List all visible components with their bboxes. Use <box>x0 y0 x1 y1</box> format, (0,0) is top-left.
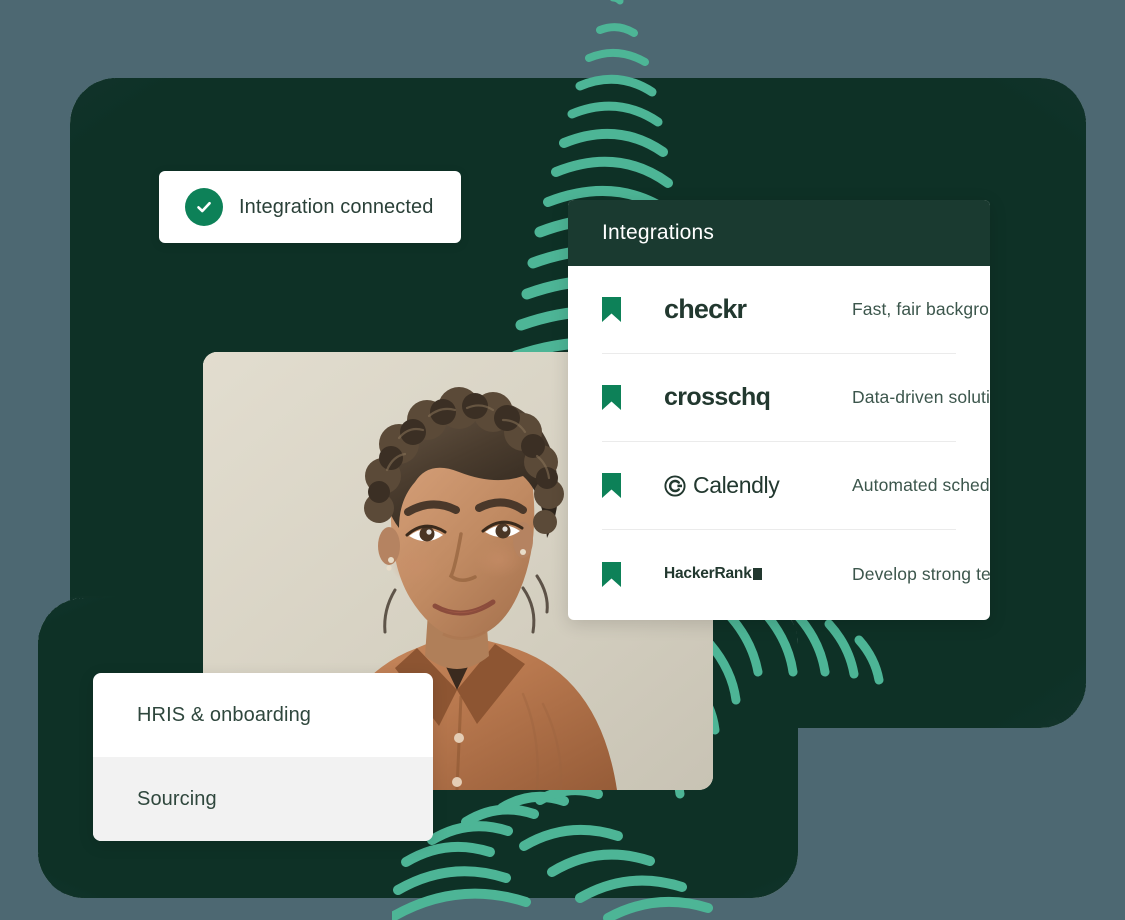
integration-connected-toast: Integration connected <box>159 171 461 243</box>
calendly-wordmark: Calendly <box>693 472 780 498</box>
menu-item-label: HRIS & onboarding <box>137 703 312 726</box>
category-menu-card: HRIS & onboarding Sourcing <box>93 673 433 841</box>
integration-description: Fast, fair backgroun… <box>852 299 990 319</box>
toast-message: Integration connected <box>239 195 434 218</box>
integration-description: Develop strong tech.. <box>852 563 990 584</box>
bookmark-icon[interactable] <box>602 561 664 587</box>
checkr-wordmark: checkr <box>664 294 747 324</box>
integrations-card-header: Integrations <box>568 200 990 266</box>
integrations-list: checkr Fast, fair backgroun… crosschq Da… <box>568 266 990 618</box>
check-circle-icon <box>185 188 223 226</box>
integration-row-checkr[interactable]: checkr Fast, fair backgroun… <box>602 266 990 354</box>
calendly-mark-icon <box>664 474 686 497</box>
integration-row-crosschq[interactable]: crosschq Data-driven solutio… <box>602 354 990 442</box>
logo-crosschq: crosschq <box>664 383 852 412</box>
menu-item-sourcing[interactable]: Sourcing <box>93 757 433 841</box>
composition-stage: Integration connected Integrations check… <box>0 0 1125 920</box>
integration-description: Automated scheduli… <box>852 475 990 495</box>
hackerrank-mark-icon <box>752 568 762 580</box>
menu-item-label: Sourcing <box>137 787 217 810</box>
bookmark-icon[interactable] <box>602 297 664 322</box>
logo-checkr: checkr <box>664 294 852 325</box>
logo-calendly: Calendly <box>664 472 852 499</box>
integrations-title: Integrations <box>602 221 715 244</box>
menu-item-hris-onboarding[interactable]: HRIS & onboarding <box>93 673 433 757</box>
integrations-card: Integrations checkr Fast, fair backgroun… <box>568 200 990 620</box>
bookmark-icon[interactable] <box>602 473 664 498</box>
integration-row-calendly[interactable]: Calendly Automated scheduli… <box>602 442 990 530</box>
logo-hackerrank: HackerRank <box>664 565 852 583</box>
hackerrank-wordmark: HackerRank <box>664 565 752 582</box>
bookmark-icon[interactable] <box>602 385 664 410</box>
crosschq-wordmark: crosschq <box>664 383 771 411</box>
integration-row-hackerrank[interactable]: HackerRank Develop strong tech.. <box>602 530 990 618</box>
integration-description: Data-driven solutio… <box>852 387 990 407</box>
